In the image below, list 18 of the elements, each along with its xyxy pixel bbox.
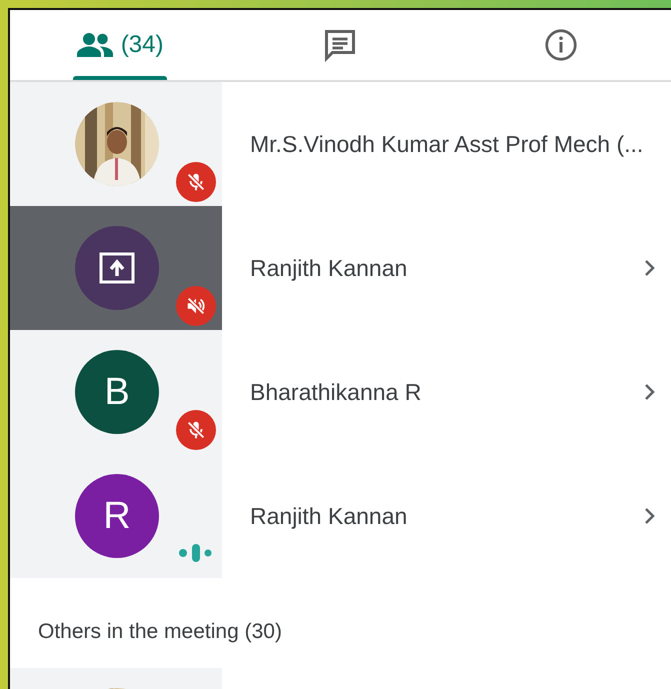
chevron-icon[interactable] <box>643 382 657 402</box>
participant-name[interactable]: Ranjith Kannan <box>250 254 408 282</box>
mic-off-icon <box>185 171 207 193</box>
participant-name[interactable]: Bharathikanna R <box>250 378 422 406</box>
participant-name[interactable]: Ranjith Kannan <box>250 502 408 530</box>
participant-name[interactable]: Mr.S.Vinodh Kumar Asst Prof Mech (... <box>250 130 644 158</box>
section-heading: Others in the meeting (30) <box>38 620 282 643</box>
chevron-icon[interactable] <box>643 506 657 526</box>
mic-off-icon <box>185 419 207 441</box>
chevron-icon[interactable] <box>643 258 657 278</box>
speaker-off-icon <box>185 295 207 317</box>
participant-count: (34) <box>120 31 164 59</box>
tab[interactable]: (34) <box>10 10 230 80</box>
avatar-initial: B <box>104 370 130 414</box>
people-icon <box>76 33 113 57</box>
avatar-initial: R <box>103 494 131 538</box>
present-screen-icon <box>99 252 135 284</box>
info-icon <box>542 27 579 63</box>
